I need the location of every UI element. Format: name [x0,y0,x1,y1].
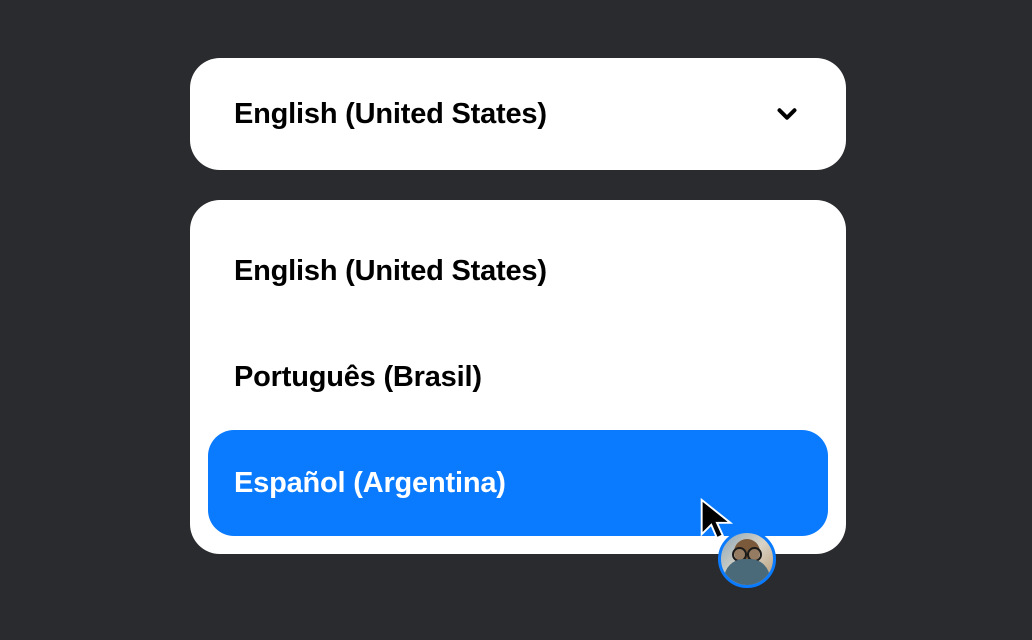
option-label: English (United States) [234,255,547,288]
chevron-down-icon [772,99,802,129]
option-label: Español (Argentina) [234,467,506,500]
language-option-english-us[interactable]: English (United States) [208,218,828,324]
language-dropdown-panel: English (United States) Português (Brasi… [190,200,846,554]
selected-language-label: English (United States) [234,98,547,131]
language-option-espanol-argentina[interactable]: Español (Argentina) [208,430,828,536]
language-option-portugues-brasil[interactable]: Português (Brasil) [208,324,828,430]
language-selector-container: English (United States) English (United … [190,58,846,554]
language-select-trigger[interactable]: English (United States) [190,58,846,170]
user-avatar-badge [718,530,776,588]
option-label: Português (Brasil) [234,361,482,394]
